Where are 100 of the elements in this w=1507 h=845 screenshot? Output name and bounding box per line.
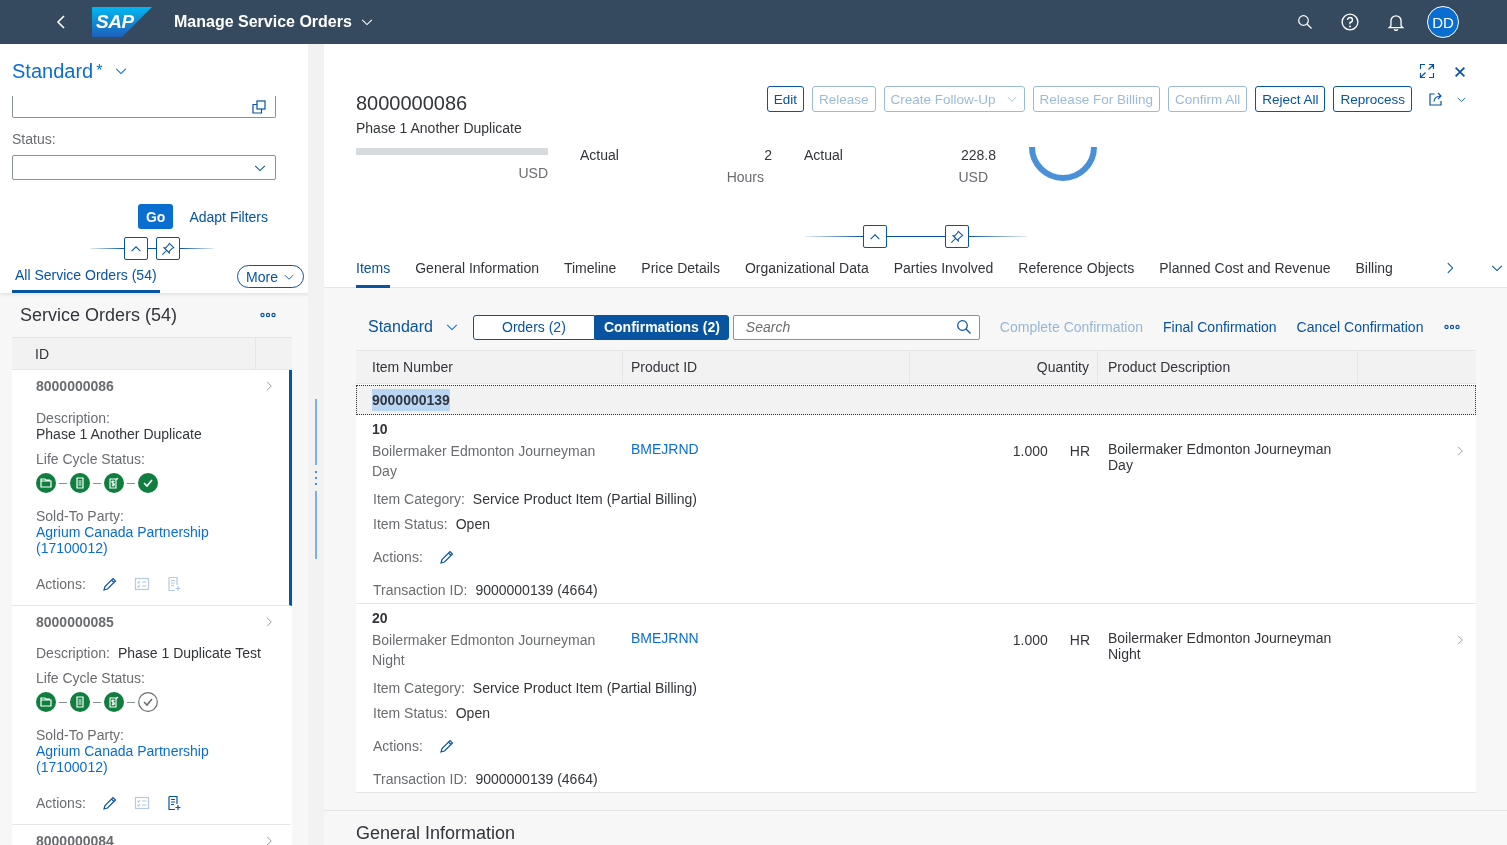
edit-icon[interactable] (438, 738, 455, 754)
tab[interactable]: Billing (1355, 247, 1393, 288)
field-label: Item Category: (373, 490, 465, 509)
field-label: Actions: (373, 548, 423, 567)
group-row[interactable]: 9000000139 (356, 385, 1476, 415)
unit-label: HR (1069, 442, 1090, 461)
unit-label: USD (958, 169, 989, 185)
field-value: Service Product Item (Partial Billing) (472, 679, 697, 698)
value-help-icon[interactable] (251, 98, 267, 115)
column-header: Product ID (623, 351, 910, 383)
column-header: ID (12, 338, 256, 369)
variant-selector[interactable]: Standard (368, 318, 459, 336)
field-label: Item Status: (373, 704, 448, 723)
item-number: 20 (371, 610, 389, 626)
object-subtitle: Phase 1 Another Duplicate (356, 120, 522, 136)
toolbar-button[interactable]: Final Confirmation (1163, 319, 1277, 335)
field-label: Life Cycle Status: (36, 670, 146, 686)
app-title-menu[interactable]: Manage Service Orders (174, 13, 374, 31)
list-item[interactable]: 8000000085 Description: Phase 1 Duplicate Test Life Cycle Status: Sold-To Party: Agrium Canada Partnership (17100012) Actions: (12, 606, 292, 825)
column-header: Product Description (1098, 351, 1358, 383)
search-icon[interactable] (1297, 14, 1313, 30)
kpi-label: Actual (804, 147, 843, 163)
tab[interactable]: Timeline (563, 247, 617, 288)
adapt-filters-button[interactable]: Adapt Filters (189, 208, 268, 225)
search-icon[interactable] (955, 318, 972, 335)
list-item[interactable]: 8000000086 Description: Phase 1 Another Duplicate Life Cycle Status: Sold-To Party: Agrium Canada Partnership (17100012) Actions: (12, 370, 292, 606)
bell-icon[interactable] (1387, 13, 1405, 31)
product-description: Boilermaker Edmonton Journeyman Night (1108, 630, 1332, 662)
item-number: 10 (371, 421, 389, 437)
field-label: Transaction ID: (373, 581, 468, 600)
segment-button[interactable]: Confirmations (2) (594, 314, 729, 340)
action-button[interactable]: Reprocess (1333, 86, 1412, 112)
group-title: 9000000139 (372, 389, 450, 411)
field-value: Phase 1 Another Duplicate (36, 426, 203, 442)
field-label: Description: (36, 645, 110, 661)
quantity: 1.000 (1012, 442, 1048, 461)
tab[interactable]: Planned Cost and Revenue (1159, 247, 1331, 288)
segment-button[interactable]: Orders (2) (472, 314, 595, 340)
field-value: Service Product Item (Partial Billing) (472, 490, 697, 509)
close-icon[interactable] (1453, 65, 1467, 79)
column-header: Item Number (356, 351, 623, 383)
field-label: Sold-To Party: (36, 727, 125, 743)
tab[interactable]: Price Details (641, 247, 720, 288)
product-description: Boilermaker Edmonton Journeyman Day (1108, 441, 1332, 473)
tab[interactable]: General Information (415, 247, 539, 288)
tab[interactable]: Organizational Data (744, 247, 869, 288)
logo[interactable]: SAP (92, 7, 152, 37)
share-icon (1428, 91, 1444, 107)
field-label: Life Cycle Status: (36, 451, 146, 467)
ring-chart-drawing (1028, 147, 1098, 183)
field-value: 9000000139 (4664) (475, 770, 598, 789)
product-id-link[interactable]: BMEJRNN (631, 630, 699, 646)
go-button[interactable]: Go (137, 204, 174, 229)
item-description: Boilermaker Edmonton Journeyman Night (372, 632, 596, 668)
item-description: Boilermaker Edmonton Journeyman Day (372, 443, 596, 479)
user-avatar[interactable]: DD (1427, 6, 1459, 38)
edit-icon[interactable] (101, 795, 118, 811)
unit-label: Hours (726, 169, 765, 185)
collapse-button[interactable] (124, 237, 148, 260)
column-header: Quantity (910, 351, 1098, 383)
unit-label: USD (518, 165, 548, 181)
kpi-value: 228.8 (960, 147, 996, 163)
section-title: General Information (356, 822, 517, 845)
action-button[interactable]: Reject All (1255, 86, 1326, 112)
field-label: Actions: (36, 576, 86, 592)
pin-icon (161, 241, 175, 256)
add-list-icon[interactable] (165, 795, 182, 811)
party-link[interactable]: Agrium Canada Partnership (17100012) (36, 743, 236, 775)
pin-button[interactable] (156, 237, 180, 260)
order-id: 8000000085 (36, 614, 114, 630)
edit-icon[interactable] (438, 549, 455, 565)
kpi-label: Actual (580, 147, 619, 163)
product-id-link[interactable]: BMEJRND (631, 441, 699, 457)
field-label: Actions: (373, 737, 423, 756)
tab[interactable]: Parties Involved (893, 247, 994, 288)
party-link[interactable]: Agrium Canada Partnership (17100012) (36, 524, 236, 556)
share-menu-button[interactable] (1428, 91, 1467, 107)
fullscreen-icon[interactable] (1419, 63, 1435, 79)
variant-selector[interactable]: Standard* (12, 59, 129, 83)
edit-icon[interactable] (101, 576, 118, 592)
unit-label: HR (1069, 631, 1090, 650)
help-icon[interactable] (1341, 13, 1359, 31)
quantity: 1.000 (1012, 631, 1048, 650)
field-label: Actions: (36, 795, 86, 811)
search-field[interactable]: Search (732, 314, 980, 340)
field-label: Item Status: (373, 515, 448, 534)
tab[interactable]: Reference Objects (1018, 247, 1135, 288)
field-value: Open (455, 515, 490, 534)
field-label: Transaction ID: (373, 770, 468, 789)
field-label: Status: (12, 131, 57, 147)
field-value: Open (455, 704, 490, 723)
pin-button[interactable] (944, 225, 969, 248)
collapse-button[interactable] (862, 225, 887, 248)
select-field[interactable] (12, 155, 276, 180)
input-field[interactable] (12, 96, 276, 118)
toolbar-button[interactable]: Cancel Confirmation (1296, 319, 1424, 335)
field-value: Phase 1 Duplicate Test (117, 645, 261, 661)
field-label: Item Category: (373, 679, 465, 698)
kpi-value: 2 (764, 147, 772, 163)
action-button[interactable]: Edit (766, 86, 805, 112)
